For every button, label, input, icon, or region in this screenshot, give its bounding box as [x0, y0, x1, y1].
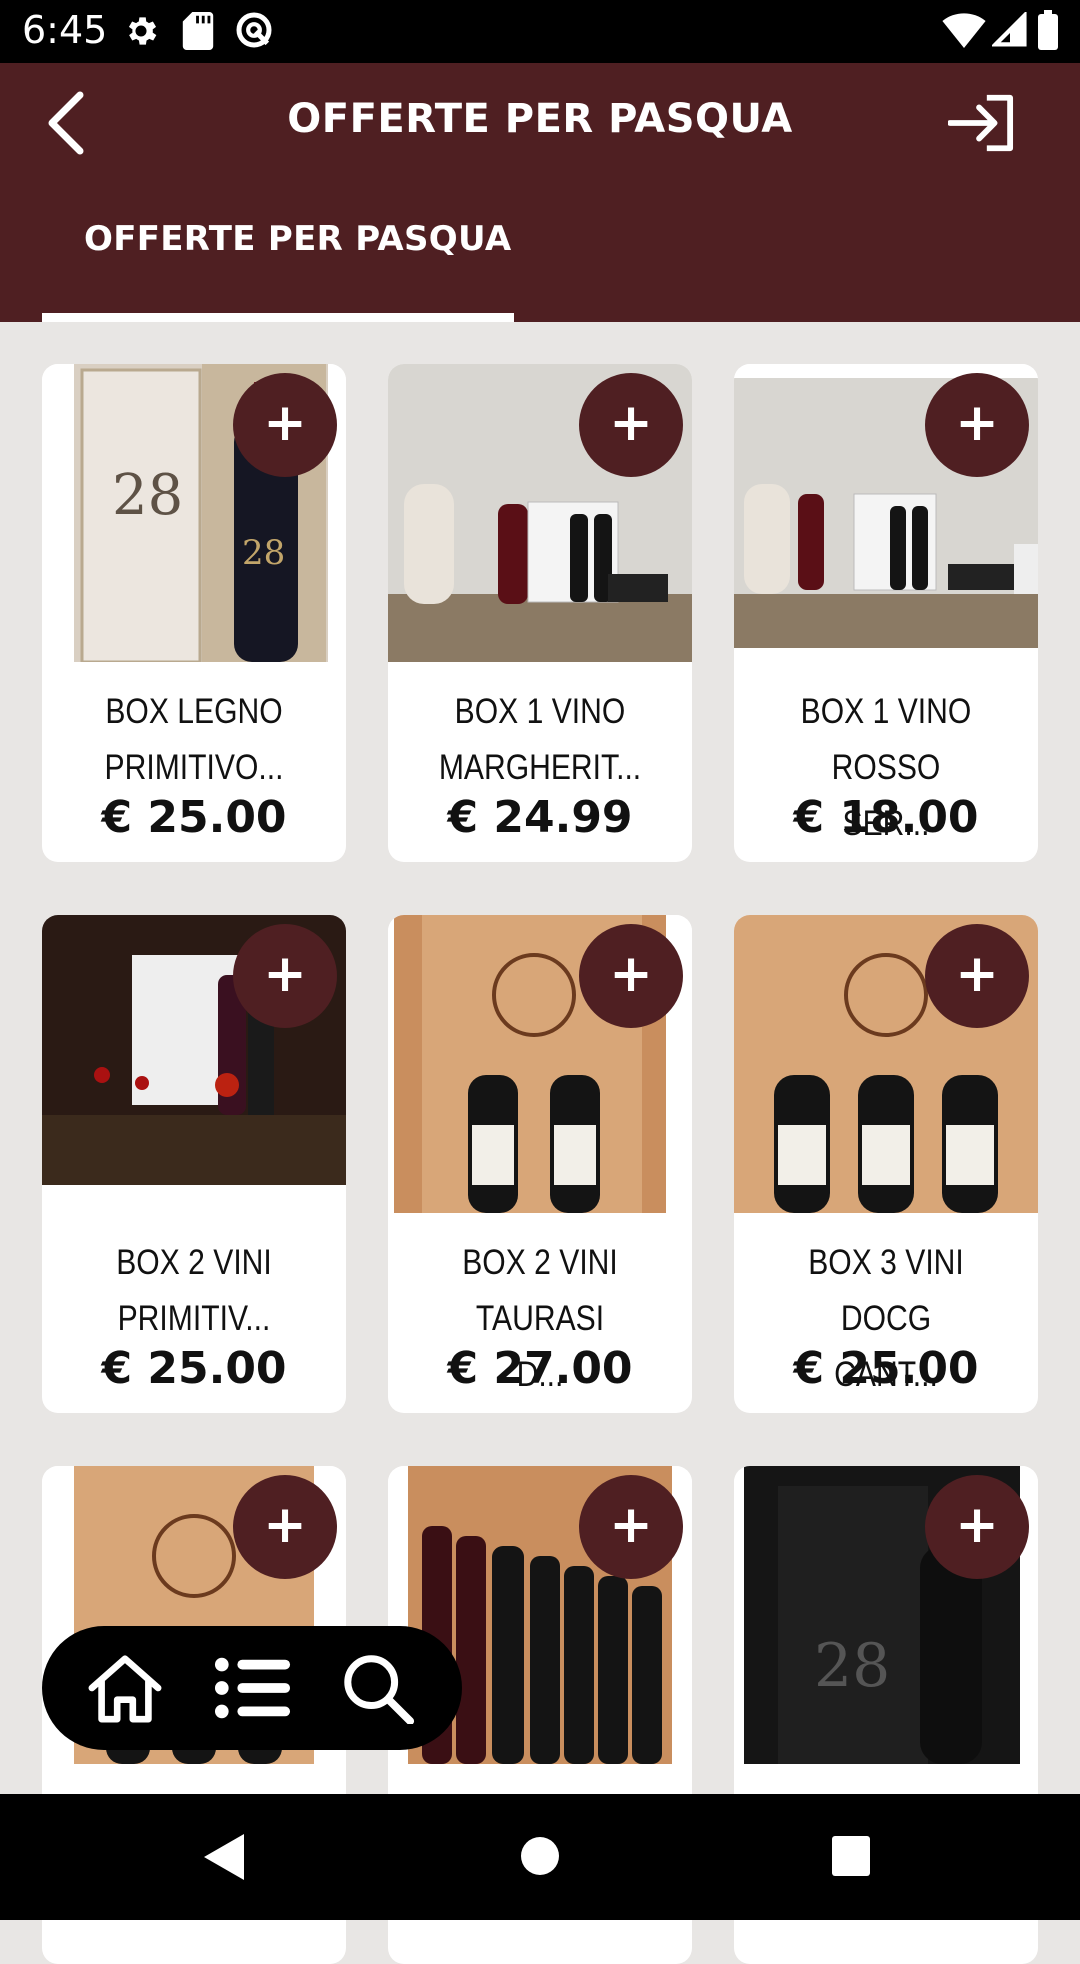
- add-to-cart-button[interactable]: +: [233, 373, 337, 477]
- wifi-icon: [942, 13, 986, 48]
- product-price: € 25.00: [101, 1343, 287, 1394]
- status-time: 6:45: [22, 8, 108, 52]
- svg-text:28: 28: [112, 463, 183, 528]
- signal-icon: [992, 12, 1027, 47]
- tab-label: OFFERTE PER PASQUA: [84, 219, 512, 259]
- battery-icon: [1038, 10, 1058, 50]
- product-price: € 25.00: [101, 792, 287, 843]
- add-to-cart-button[interactable]: +: [925, 373, 1029, 477]
- add-to-cart-button[interactable]: +: [579, 1475, 683, 1579]
- search-icon[interactable]: [340, 1652, 418, 1724]
- app-bar: OFFERTE PER PASQUA OFFERTE PER PASQUA: [0, 63, 1080, 322]
- product-price: € 25.00: [793, 1343, 979, 1394]
- home-icon[interactable]: [86, 1652, 164, 1724]
- system-nav-bar: [0, 1794, 1080, 1920]
- product-price: € 27.00: [447, 1343, 633, 1394]
- recents-square-icon[interactable]: [832, 1836, 870, 1876]
- product-price: € 18.00: [793, 792, 979, 843]
- page-title: OFFERTE PER PASQUA: [287, 96, 793, 142]
- settings-icon: [128, 17, 157, 45]
- tab-offerte-per-pasqua[interactable]: OFFERTE PER PASQUA: [42, 219, 514, 322]
- product-name: BOX 2 VINI PRIMITIV...: [116, 1243, 272, 1338]
- product-name: BOX LEGNO PRIMITIVO...: [104, 692, 284, 787]
- login-icon[interactable]: [948, 93, 1014, 153]
- floating-nav: [42, 1626, 462, 1750]
- home-circle-icon[interactable]: [520, 1836, 560, 1876]
- add-to-cart-button[interactable]: +: [233, 924, 337, 1028]
- add-to-cart-button[interactable]: +: [579, 924, 683, 1028]
- sd-card-icon: [182, 12, 214, 50]
- sync-icon: [236, 12, 272, 48]
- add-to-cart-button[interactable]: +: [579, 373, 683, 477]
- back-triangle-icon[interactable]: [204, 1834, 246, 1880]
- add-to-cart-button[interactable]: +: [233, 1475, 337, 1579]
- list-icon[interactable]: [214, 1652, 292, 1724]
- add-to-cart-button[interactable]: +: [925, 924, 1029, 1028]
- add-to-cart-button[interactable]: +: [925, 1475, 1029, 1579]
- svg-text:28: 28: [242, 533, 285, 573]
- tab-indicator: [42, 313, 514, 322]
- product-price: € 24.99: [447, 792, 633, 843]
- status-bar: 6:45: [0, 0, 1080, 63]
- product-name: BOX 1 VINO MARGHERIT...: [438, 692, 642, 787]
- svg-text:28: 28: [814, 1631, 890, 1701]
